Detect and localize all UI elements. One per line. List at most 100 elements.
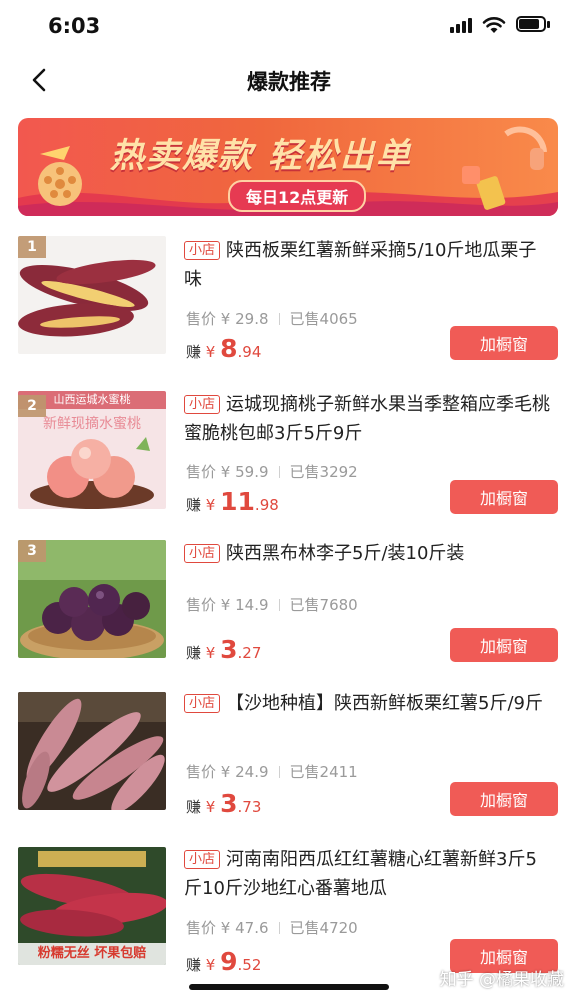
status-time: 6:03 xyxy=(48,14,101,38)
add-to-window-button[interactable]: 加橱窗 xyxy=(450,628,558,662)
product-title[interactable]: 小店 陕西黑布林李子5斤/装10斤装 xyxy=(184,539,554,568)
divider xyxy=(278,766,280,778)
price-sold-line: 售价 ¥ 24.9 已售2411 xyxy=(186,761,358,782)
sold-label: 已售 xyxy=(289,310,320,328)
price-value: ¥ 24.9 xyxy=(220,763,269,781)
earn-decimal: .73 xyxy=(237,798,262,816)
home-indicator[interactable] xyxy=(189,984,389,990)
price-value: ¥ 59.9 xyxy=(220,463,269,481)
sold-count: 4720 xyxy=(319,919,358,937)
earn-label: 赚 xyxy=(186,343,202,361)
shop-tag: 小店 xyxy=(184,395,221,414)
earn-label: 赚 xyxy=(186,956,202,974)
sold-count: 7680 xyxy=(319,596,358,614)
gift-and-headphones-icon xyxy=(462,126,547,210)
price-value: ¥ 29.8 xyxy=(220,310,269,328)
product-title-text: 陕西黑布林李子5斤/装10斤装 xyxy=(226,543,465,564)
thumb-caption: 粉糯无丝 坏果包赔 xyxy=(18,943,166,965)
price-label: 售价 xyxy=(186,763,217,781)
earn-label: 赚 xyxy=(186,496,202,514)
earn-currency: ¥ xyxy=(205,798,216,816)
divider xyxy=(278,466,280,478)
status-bar: 6:03 xyxy=(0,0,578,52)
commission-line: 赚 ¥ 3.27 xyxy=(186,635,261,664)
divider xyxy=(278,313,280,325)
sold-count: 3292 xyxy=(319,463,358,481)
signal-icon xyxy=(450,17,472,33)
price-value: ¥ 14.9 xyxy=(220,596,269,614)
commission-line: 赚 ¥ 8.94 xyxy=(186,334,261,363)
product-title[interactable]: 小店 【沙地种植】陕西新鲜板栗红薯5斤/9斤 xyxy=(184,689,554,718)
add-to-window-button[interactable]: 加橱窗 xyxy=(450,480,558,514)
product-title-text: 【沙地种植】陕西新鲜板栗红薯5斤/9斤 xyxy=(226,693,543,714)
wifi-icon xyxy=(482,17,506,33)
earn-decimal: .52 xyxy=(237,956,262,974)
rank-badge: 1 xyxy=(18,236,46,258)
price-label: 售价 xyxy=(186,310,217,328)
shop-tag: 小店 xyxy=(184,850,221,869)
page-title: 爆款推荐 xyxy=(247,70,331,94)
product-title[interactable]: 小店 陕西板栗红薯新鲜采摘5/10斤地瓜栗子味 xyxy=(184,236,554,294)
earn-decimal: .94 xyxy=(237,343,262,361)
sold-count: 4065 xyxy=(319,310,358,328)
product-title[interactable]: 小店 运城现摘桃子新鲜水果当季整箱应季毛桃蜜脆桃包邮3斤5斤9斤 xyxy=(184,390,554,448)
earn-decimal: .27 xyxy=(237,644,262,662)
price-label: 售价 xyxy=(186,463,217,481)
rank-badge: 3 xyxy=(18,540,46,562)
earn-integer: 3 xyxy=(220,789,238,818)
earn-integer: 3 xyxy=(220,635,238,664)
add-to-window-button[interactable]: 加橱窗 xyxy=(450,326,558,360)
product-image[interactable]: 3 xyxy=(18,540,166,658)
lotus-root-icon xyxy=(38,146,82,206)
banner-headline: 热卖爆款 轻松出单 xyxy=(110,136,412,176)
product-title-text: 运城现摘桃子新鲜水果当季整箱应季毛桃蜜脆桃包邮3斤5斤9斤 xyxy=(184,394,551,444)
product-row[interactable]: 山西运城水蜜桃 新鲜现摘水蜜桃 2 小店 运城现摘桃子新鲜水果当季整箱应季毛桃蜜脆… xyxy=(0,375,578,528)
rank-badge: 2 xyxy=(18,395,46,417)
product-row[interactable]: 小店 【沙地种植】陕西新鲜板栗红薯5斤/9斤 售价 ¥ 24.9 已售2411 赚 … xyxy=(0,681,578,837)
earn-decimal: .98 xyxy=(254,496,279,514)
commission-line: 赚 ¥ 3.73 xyxy=(186,789,261,818)
product-image[interactable]: 1 xyxy=(18,236,166,354)
shop-tag: 小店 xyxy=(184,544,221,563)
product-image[interactable] xyxy=(18,692,166,810)
commission-line: 赚 ¥ 11.98 xyxy=(186,487,279,516)
sold-label: 已售 xyxy=(289,919,320,937)
earn-currency: ¥ xyxy=(205,496,216,514)
product-title[interactable]: 小店 河南南阳西瓜红红薯糖心红薯新鲜3斤5斤10斤沙地红心番薯地瓜 xyxy=(184,845,554,903)
earn-currency: ¥ xyxy=(205,644,216,662)
divider xyxy=(278,599,280,611)
commission-line: 赚 ¥ 9.52 xyxy=(186,947,261,976)
shop-tag: 小店 xyxy=(184,241,221,260)
earn-integer: 9 xyxy=(220,947,238,976)
battery-icon xyxy=(516,16,552,34)
watermark: 知乎 @橘果收藏 xyxy=(439,970,564,990)
earn-currency: ¥ xyxy=(205,956,216,974)
nav-bar: 爆款推荐 xyxy=(0,52,578,108)
price-sold-line: 售价 ¥ 14.9 已售7680 xyxy=(186,594,358,615)
banner-update-pill: 每日12点更新 xyxy=(228,180,367,212)
price-label: 售价 xyxy=(186,919,217,937)
price-sold-line: 售价 ¥ 47.6 已售4720 xyxy=(186,917,358,938)
earn-label: 赚 xyxy=(186,644,202,662)
divider xyxy=(278,922,280,934)
sold-count: 2411 xyxy=(319,763,358,781)
product-row[interactable]: 1 小店 陕西板栗红薯新鲜采摘5/10斤地瓜栗子味 售价 ¥ 29.8 已售4065… xyxy=(0,222,578,375)
product-title-text: 陕西板栗红薯新鲜采摘5/10斤地瓜栗子味 xyxy=(184,240,537,290)
price-sold-line: 售价 ¥ 59.9 已售3292 xyxy=(186,461,358,482)
earn-integer: 11 xyxy=(220,487,255,516)
status-icons xyxy=(450,16,552,34)
sold-label: 已售 xyxy=(289,596,320,614)
price-label: 售价 xyxy=(186,596,217,614)
shop-tag: 小店 xyxy=(184,694,221,713)
product-image[interactable]: 山西运城水蜜桃 新鲜现摘水蜜桃 2 xyxy=(18,391,166,509)
product-image[interactable]: 粉糯无丝 坏果包赔 xyxy=(18,847,166,965)
product-title-text: 河南南阳西瓜红红薯糖心红薯新鲜3斤5斤10斤沙地红心番薯地瓜 xyxy=(184,849,537,899)
product-list: 1 小店 陕西板栗红薯新鲜采摘5/10斤地瓜栗子味 售价 ¥ 29.8 已售4065… xyxy=(0,222,578,997)
sold-label: 已售 xyxy=(289,763,320,781)
sold-label: 已售 xyxy=(289,463,320,481)
promo-banner[interactable]: 热卖爆款 轻松出单 每日12点更新 xyxy=(18,118,558,216)
earn-integer: 8 xyxy=(220,334,238,363)
product-row[interactable]: 3 小店 陕西黑布林李子5斤/装10斤装 售价 ¥ 14.9 已售7680 赚 ¥ … xyxy=(0,528,578,681)
earn-currency: ¥ xyxy=(205,343,216,361)
add-to-window-button[interactable]: 加橱窗 xyxy=(450,782,558,816)
